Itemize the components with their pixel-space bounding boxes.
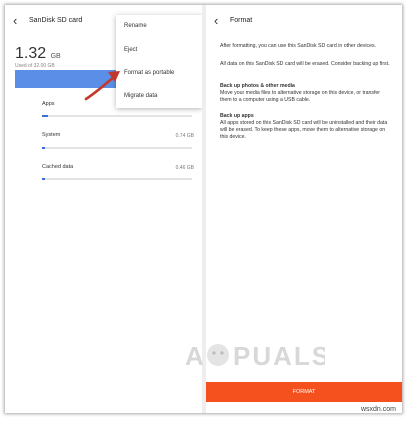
row-system-track xyxy=(42,147,192,149)
used-size: 1.32 GB xyxy=(15,45,61,63)
back-arrow-icon[interactable]: ‹ xyxy=(13,14,25,27)
overflow-menu: Rename Eject Format as portable Migrate … xyxy=(116,15,202,108)
menu-item-rename[interactable]: Rename xyxy=(124,23,147,29)
format-title: Format xyxy=(230,17,253,24)
menu-item-migrate-data[interactable]: Migrate data xyxy=(124,93,157,99)
row-system-value: 0.74 GB xyxy=(175,133,194,139)
row-cached-value: 0.46 GB xyxy=(175,165,194,171)
svg-text:PUALS: PUALS xyxy=(233,341,325,371)
right-app-bar: ‹ Format xyxy=(206,5,402,39)
row-cached-label[interactable]: Cached data xyxy=(42,164,73,170)
section-media-body: Move your media files to alternative sto… xyxy=(220,90,381,103)
row-cached-fill xyxy=(42,178,45,180)
site-watermark: wsxdn.com xyxy=(360,406,396,413)
row-apps-track xyxy=(42,115,192,117)
screen-title: SanDisk SD card xyxy=(29,17,83,24)
row-system-fill xyxy=(42,147,45,149)
menu-item-eject[interactable]: Eject xyxy=(124,47,137,53)
used-size-unit: GB xyxy=(50,53,61,60)
menu-item-format-as-portable[interactable]: Format as portable xyxy=(124,70,174,76)
format-button[interactable]: FORMAT xyxy=(206,382,402,402)
used-of-total: Used of 32.00 GB xyxy=(15,63,55,69)
section-apps-heading: Back up apps xyxy=(220,113,254,119)
used-size-value: 1.32 xyxy=(15,45,47,62)
row-apps-label[interactable]: Apps xyxy=(42,101,55,107)
format-intro-1: After formatting, you can use this SanDi… xyxy=(220,43,376,49)
svg-text:A: A xyxy=(185,341,206,371)
row-cached-track xyxy=(42,178,192,180)
format-intro-2: All data on this SanDisk SD card will be… xyxy=(220,61,390,67)
storage-screen: ‹ SanDisk SD card 1.32 GB Used of 32.00 … xyxy=(5,5,202,413)
annotation-arrow-icon xyxy=(84,71,120,101)
back-arrow-icon[interactable]: ‹ xyxy=(214,14,226,27)
section-media-heading: Back up photos & other media xyxy=(220,83,295,89)
row-system-label[interactable]: System xyxy=(42,132,60,138)
section-apps-body: All apps stored on this SanDisk SD card … xyxy=(220,120,388,140)
row-apps-fill xyxy=(42,115,48,117)
appuals-watermark-logo: A PUALS xyxy=(185,341,325,371)
screenshot-frame: ‹ SanDisk SD card 1.32 GB Used of 32.00 … xyxy=(5,5,402,413)
